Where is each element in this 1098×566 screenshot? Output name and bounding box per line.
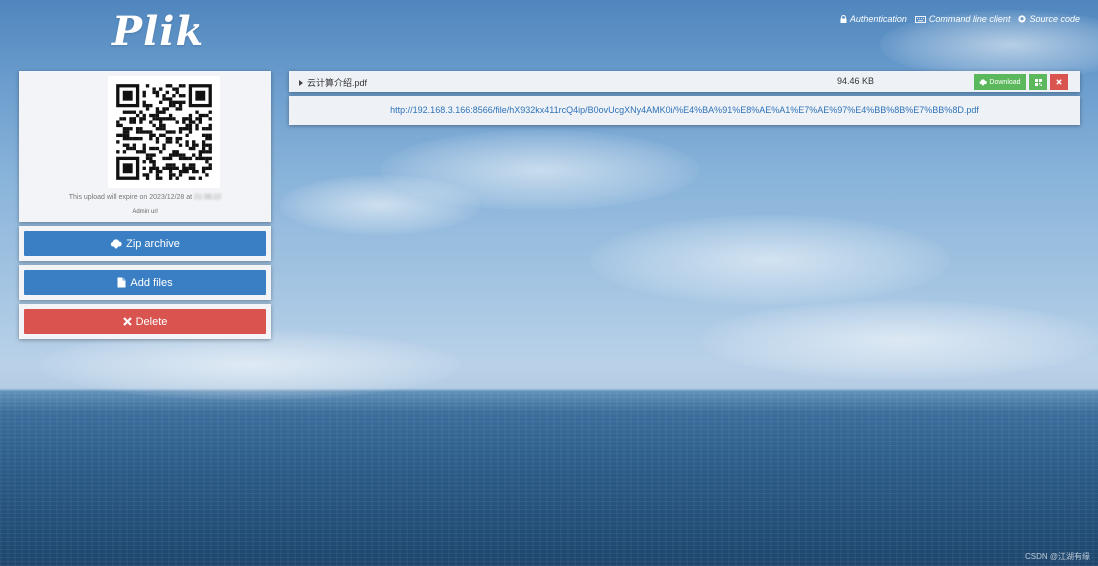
file-name-toggle[interactable]: 云计算介绍.pdf bbox=[299, 76, 367, 89]
cloud-download-icon bbox=[110, 238, 122, 249]
nav-authentication[interactable]: Authentication bbox=[840, 14, 907, 24]
remove-file-button[interactable] bbox=[1050, 74, 1068, 90]
caret-right-icon bbox=[299, 79, 303, 86]
zip-archive-panel: Zip archive bbox=[19, 226, 271, 261]
watermark: CSDN @江湖有缘 bbox=[1024, 552, 1090, 561]
expire-text: This upload will expire on 2023/12/28 at bbox=[68, 194, 193, 201]
qr-code-image bbox=[116, 84, 212, 180]
expire-time: 21:38:22 bbox=[194, 194, 222, 201]
delete-upload-button[interactable]: Delete bbox=[24, 309, 266, 334]
cloud bbox=[700, 300, 1098, 380]
upload-info-panel: This upload will expire on 2023/12/28 at… bbox=[19, 71, 271, 222]
file-row: 云计算介绍.pdf 94.46 KB Download bbox=[289, 71, 1080, 92]
nav-command-line-client[interactable]: Command line client bbox=[914, 14, 1011, 24]
cloud-download-icon bbox=[979, 78, 988, 86]
cloud bbox=[40, 330, 460, 400]
nav-authentication-label: Authentication bbox=[849, 14, 907, 24]
cloud bbox=[590, 215, 950, 305]
download-button[interactable]: Download bbox=[974, 74, 1026, 90]
delete-panel: Delete bbox=[19, 304, 271, 339]
nav-command-line-label: Command line client bbox=[928, 14, 1011, 24]
add-files-panel: Add files bbox=[19, 265, 271, 300]
expire-notice: This upload will expire on 2023/12/28 at… bbox=[19, 194, 271, 201]
github-icon bbox=[1018, 15, 1027, 23]
cloud bbox=[280, 175, 480, 235]
zip-archive-button[interactable]: Zip archive bbox=[24, 231, 266, 256]
file-size: 94.46 KB bbox=[837, 76, 875, 86]
show-qrcode-button[interactable] bbox=[1029, 74, 1047, 90]
close-icon bbox=[1056, 79, 1062, 85]
add-files-button[interactable]: Add files bbox=[24, 270, 266, 295]
download-label: Download bbox=[989, 78, 1021, 86]
file-name: 云计算介绍.pdf bbox=[307, 78, 368, 88]
sea-waves bbox=[0, 392, 1098, 566]
lock-icon bbox=[840, 15, 847, 23]
qrcode-icon bbox=[1034, 78, 1042, 86]
close-icon bbox=[122, 317, 132, 326]
file-url-link[interactable]: http://192.168.3.166:8566/file/hX932kx41… bbox=[289, 105, 1080, 115]
delete-label: Delete bbox=[135, 315, 168, 328]
nav-source-code[interactable]: Source code bbox=[1018, 14, 1080, 24]
plik-logo[interactable]: Plik bbox=[112, 8, 204, 55]
qr-code bbox=[108, 76, 220, 188]
keyboard-icon bbox=[914, 15, 926, 23]
admin-url-link[interactable]: Admin url bbox=[19, 209, 271, 215]
file-icon bbox=[117, 277, 126, 288]
add-files-label: Add files bbox=[130, 276, 173, 289]
zip-archive-label: Zip archive bbox=[126, 237, 180, 250]
file-url-row: http://192.168.3.166:8566/file/hX932kx41… bbox=[289, 96, 1080, 125]
top-nav: Authentication Command line client Sourc… bbox=[840, 14, 1080, 24]
nav-source-code-label: Source code bbox=[1029, 14, 1080, 24]
